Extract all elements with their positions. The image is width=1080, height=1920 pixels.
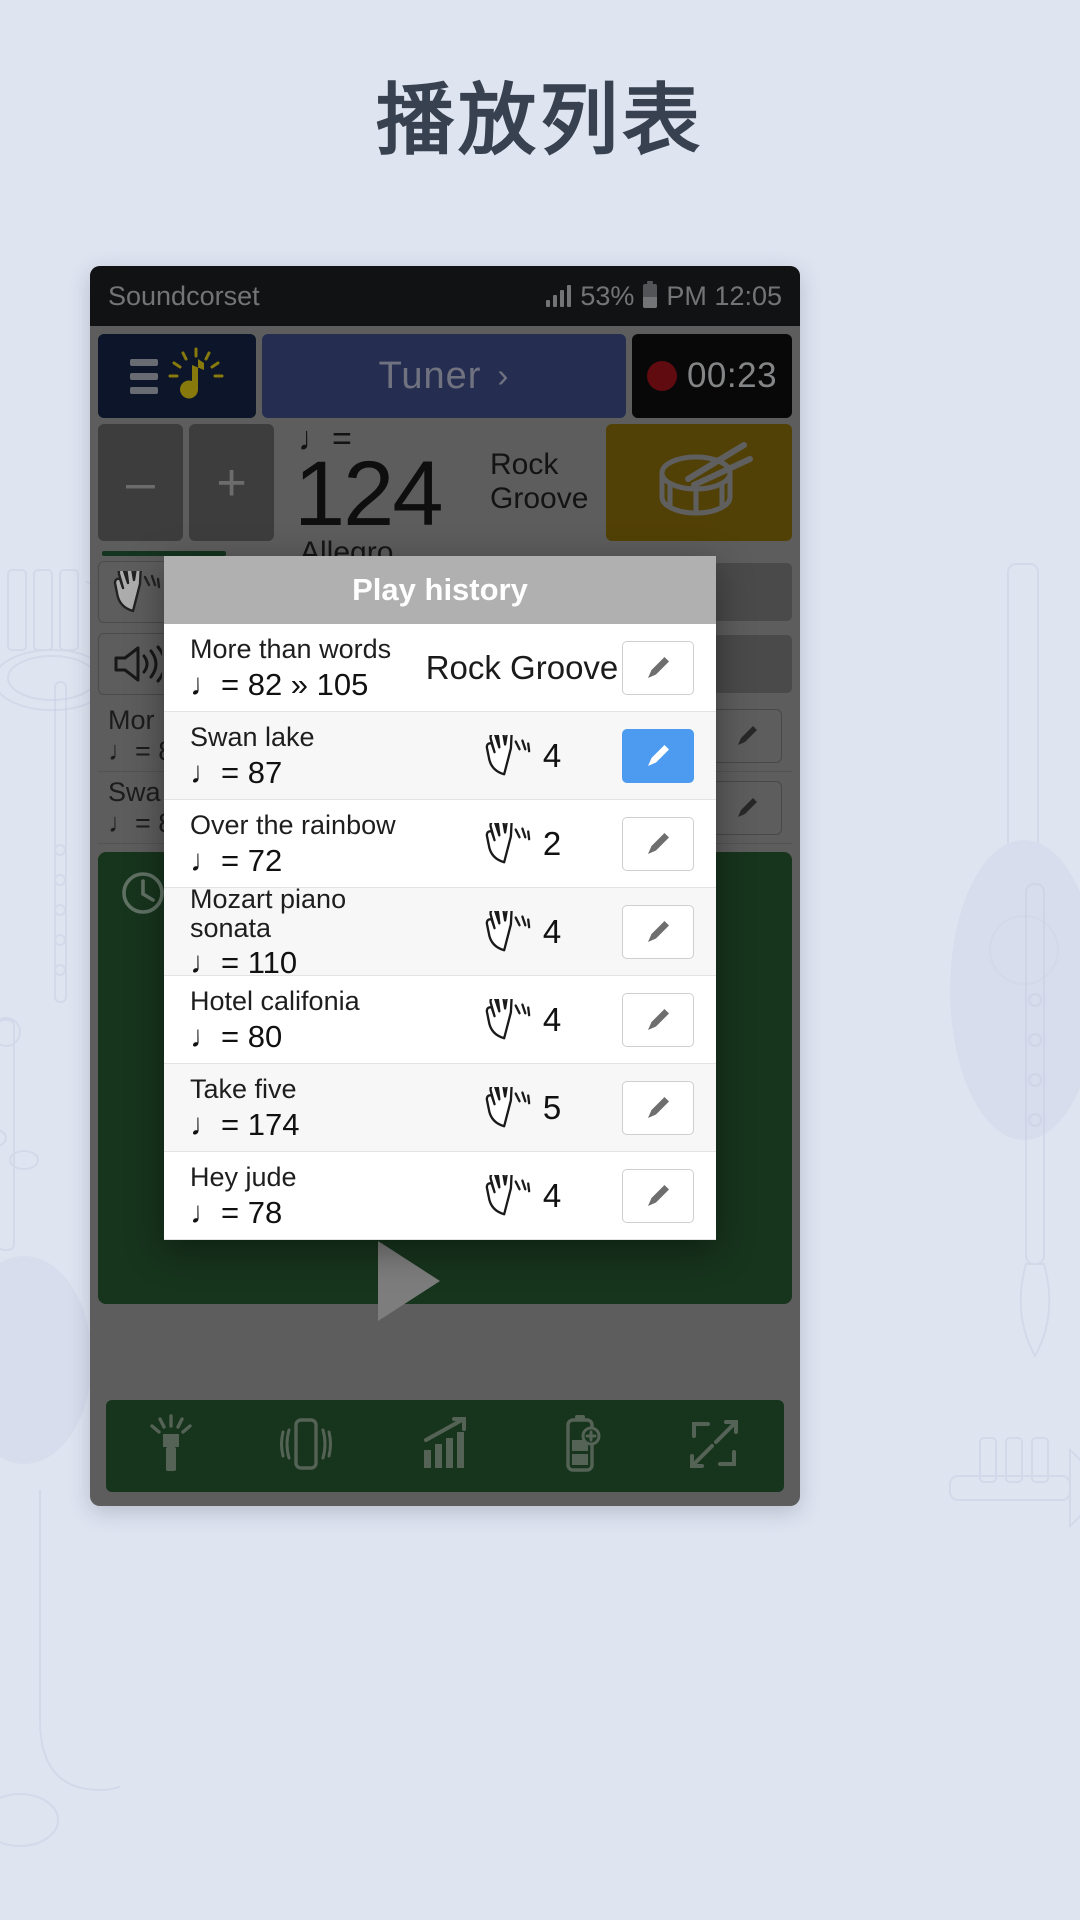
row-clap-count: 4: [542, 736, 562, 774]
row-edit-button[interactable]: [622, 1168, 694, 1223]
row-title: Hey jude: [190, 1162, 297, 1193]
row-info: Hey jude ♩= 78: [190, 1162, 422, 1230]
row-bpm: ♩= 80: [190, 1018, 283, 1054]
row-edit-button[interactable]: [622, 816, 694, 871]
row-bpm: ♩= 72: [190, 842, 283, 878]
clapping-hands-icon: [485, 734, 531, 775]
play-history-row[interactable]: Mozart piano sonata ♩= 110 4: [164, 885, 716, 978]
row-meta: 4: [422, 734, 622, 777]
row-edit-button[interactable]: [622, 1080, 694, 1135]
play-history-row[interactable]: Swan lake ♩= 87 4: [164, 712, 716, 800]
row-meta: 4: [422, 998, 622, 1041]
row-title: Mozart piano sonata: [190, 884, 347, 943]
row-meta: 5: [422, 1086, 622, 1129]
dialog-tail: [378, 1241, 440, 1321]
row-info: Hotel califonia ♩= 80: [190, 986, 422, 1054]
clapping-hands-icon: [485, 910, 531, 951]
pencil-edit-icon: [648, 744, 669, 766]
row-info: Over the rainbow ♩= 72: [190, 810, 422, 878]
row-bpm: ♩= 78: [190, 1194, 283, 1230]
row-clap-count: 4: [542, 1000, 562, 1038]
clapping-hands-icon: [485, 1086, 531, 1127]
row-meta: 4: [422, 910, 622, 953]
clapping-hands-icon: [485, 1174, 531, 1215]
row-clap-count: 5: [542, 1088, 562, 1126]
row-title: Hotel califonia: [190, 986, 360, 1017]
row-bpm: ♩= 174: [190, 1106, 300, 1142]
dialog-title: Play history: [164, 556, 716, 624]
row-meta: Rock Groove: [422, 649, 622, 687]
row-groove-name: Rock Groove: [425, 648, 619, 686]
row-bpm: ♩= 82 » 105: [190, 666, 369, 702]
pencil-edit-icon: [648, 1008, 669, 1030]
pencil-edit-icon: [648, 1096, 669, 1118]
play-history-row[interactable]: Take five ♩= 174 5: [164, 1064, 716, 1152]
play-history-row[interactable]: More than words ♩= 82 » 105 Rock Groove: [164, 624, 716, 712]
row-meta: 4: [422, 1174, 622, 1217]
row-info: Mozart piano sonata ♩= 110: [190, 885, 422, 978]
watermark-guitar: [950, 563, 1080, 1140]
pencil-edit-icon: [648, 832, 669, 854]
watermark-trumpet: [949, 1437, 1080, 1529]
row-info: Swan lake ♩= 87: [190, 722, 422, 790]
row-title: Take five: [190, 1074, 297, 1105]
watermark-saxophone: [0, 1490, 120, 1847]
page-title: 播放列表: [375, 76, 704, 164]
row-meta: 2: [422, 822, 622, 865]
row-edit-button[interactable]: [622, 640, 694, 695]
row-title: Swan lake: [190, 722, 315, 753]
row-bpm: ♩= 87: [190, 754, 283, 790]
row-title: Over the rainbow: [190, 810, 396, 841]
row-clap-count: 4: [542, 1176, 562, 1214]
play-history-row[interactable]: Hey jude ♩= 78 4: [164, 1152, 716, 1240]
pencil-edit-icon: [648, 656, 669, 678]
pencil-edit-icon: [648, 1184, 669, 1206]
play-history-dialog: Play history More than words ♩= 82 » 105…: [164, 556, 716, 1240]
watermark-flute: [54, 681, 67, 1003]
row-info: Take five ♩= 174: [190, 1074, 422, 1142]
clapping-hands-icon: [485, 822, 531, 863]
play-history-row[interactable]: Hotel califonia ♩= 80 4: [164, 976, 716, 1064]
row-info: More than words ♩= 82 » 105: [190, 634, 422, 702]
pencil-edit-icon: [648, 920, 669, 942]
row-bpm: ♩= 110: [190, 944, 298, 980]
row-title: More than words: [190, 634, 392, 665]
play-history-list: More than words ♩= 82 » 105 Rock Groove …: [164, 624, 716, 1240]
row-edit-button[interactable]: [622, 904, 694, 959]
row-clap-count: 2: [542, 824, 562, 862]
watermark-clarinet: [1019, 883, 1051, 1359]
row-edit-button[interactable]: [622, 728, 694, 783]
row-edit-button[interactable]: [622, 992, 694, 1047]
watermark-violin: [0, 1017, 92, 1464]
row-clap-count: 4: [542, 912, 562, 950]
clapping-hands-icon: [485, 998, 531, 1039]
play-history-row[interactable]: Over the rainbow ♩= 72 2: [164, 800, 716, 888]
